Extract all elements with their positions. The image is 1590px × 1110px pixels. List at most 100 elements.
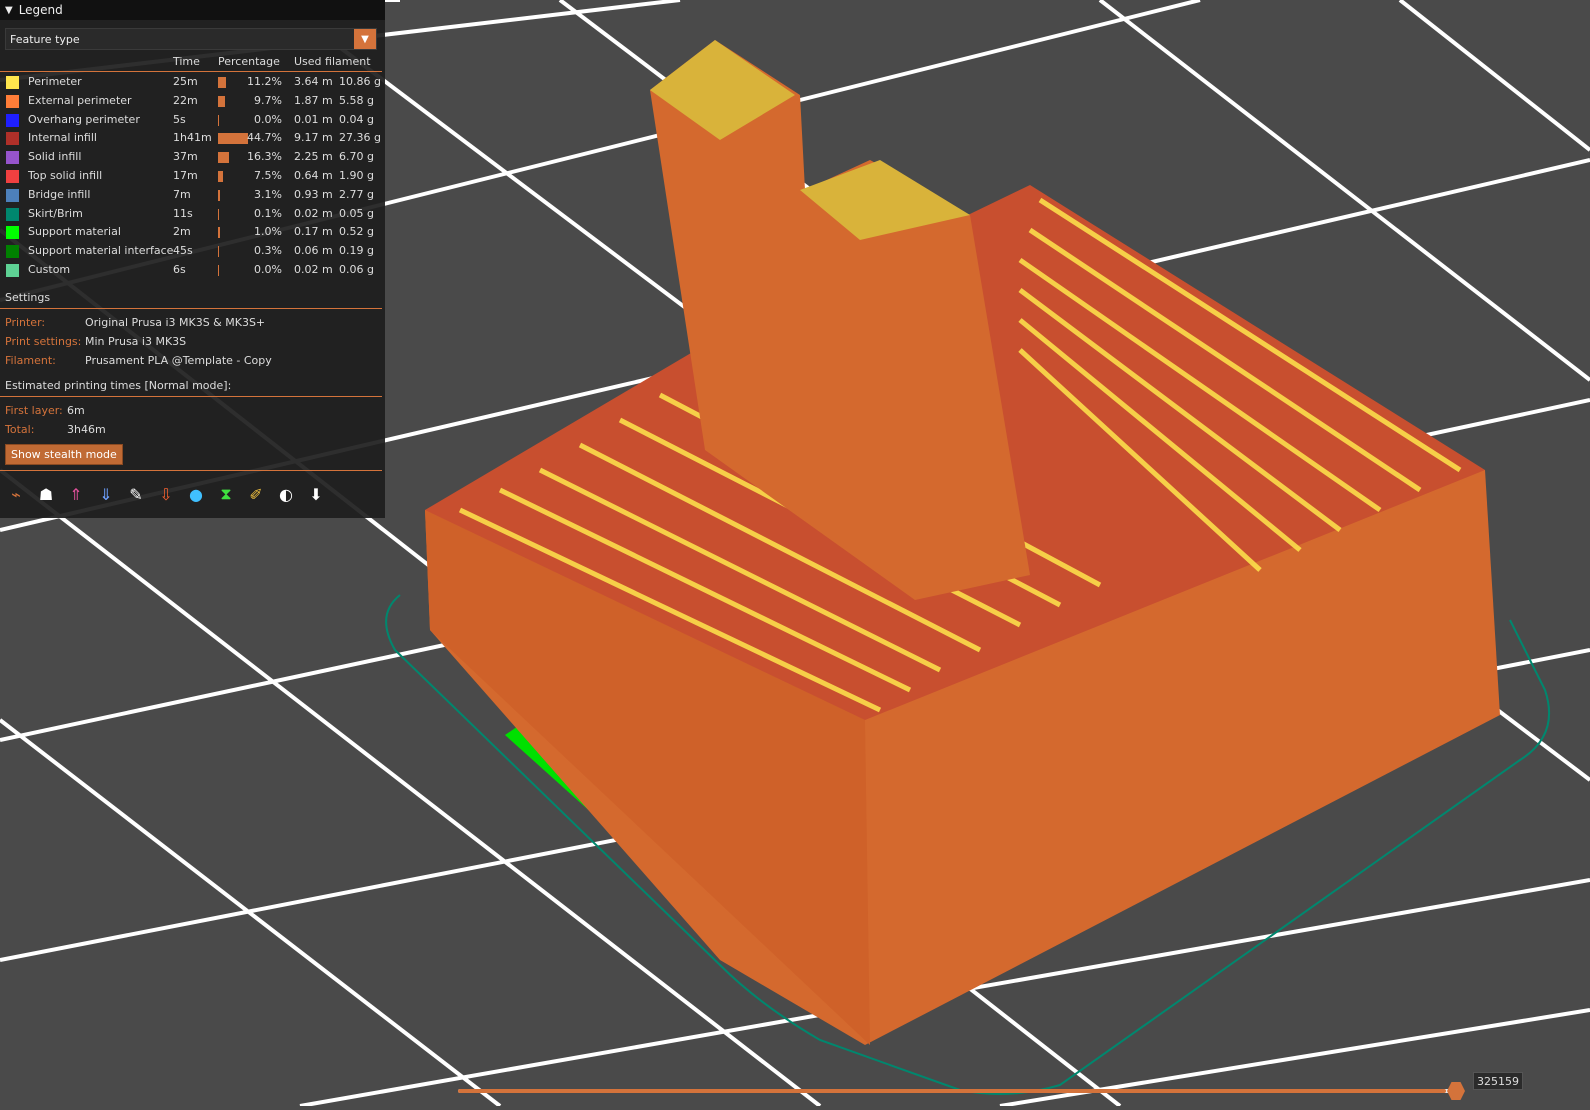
percentage-bar	[218, 152, 229, 164]
legend-row[interactable]: Skirt/Brim 11s 0.1% 0.02 m 0.05 g	[0, 205, 385, 224]
options-toolbar: ⌁ ☗ ⇑ ⇓ ✎ ⇩ ● ⧗ ✐ ◐ ⬇	[5, 483, 327, 505]
center-of-gravity-icon[interactable]: ◐	[275, 483, 297, 505]
printer-label: Printer:	[5, 316, 46, 329]
feature-name: Solid infill	[28, 150, 82, 164]
legend-row[interactable]: External perimeter 22m 9.7% 1.87 m 5.58 g	[0, 92, 385, 111]
feature-name: Skirt/Brim	[28, 206, 83, 220]
feature-time: 37m	[173, 150, 198, 164]
percentage-bar	[218, 189, 220, 201]
deretractions-icon[interactable]: ⇓	[95, 483, 117, 505]
feature-weight: 1.90 g	[339, 169, 374, 182]
feature-name: Support material interface	[28, 244, 174, 258]
feature-percentage: 7.5%	[254, 169, 282, 182]
filament-value: Prusament PLA @Template - Copy	[85, 354, 272, 367]
legend-row[interactable]: Support material interface 45s 0.3% 0.06 m 0…	[0, 242, 385, 261]
move-slider-fill	[458, 1089, 1447, 1093]
legend-row[interactable]: Solid infill 37m 16.3% 2.25 m 6.70 g	[0, 148, 385, 167]
feature-time: 45s	[173, 244, 193, 258]
feature-weight: 0.05 g	[339, 206, 374, 220]
percentage-bar	[218, 227, 220, 239]
feature-percentage: 9.7%	[254, 93, 282, 107]
percentage-bar	[218, 246, 219, 258]
color-swatch	[6, 170, 19, 183]
header-separator	[0, 71, 382, 72]
wipe-icon[interactable]: ☗	[35, 483, 57, 505]
legend-header[interactable]: ▼ Legend	[0, 0, 385, 20]
feature-length: 0.17 m	[294, 225, 333, 239]
legend-row[interactable]: Top solid infill 17m 7.5% 0.64 m 1.90 g	[0, 167, 385, 186]
feature-length: 0.01 m	[294, 112, 333, 126]
shells-icon[interactable]: ⬇	[305, 483, 327, 505]
feature-time: 17m	[173, 169, 198, 182]
dropdown-arrow-icon[interactable]: ▼	[354, 29, 376, 49]
feature-time: 1h41m	[173, 131, 212, 145]
feature-length: 0.93 m	[294, 187, 333, 201]
col-used-filament: Used filament	[294, 55, 371, 68]
printer-value: Original Prusa i3 MK3S & MK3S+	[85, 316, 266, 329]
legend-row[interactable]: Overhang perimeter 5s 0.0% 0.01 m 0.04 g	[0, 111, 385, 130]
total-value: 3h46m	[67, 423, 106, 436]
feature-name: External perimeter	[28, 93, 132, 107]
col-percentage: Percentage	[218, 55, 280, 68]
percentage-bar	[218, 95, 225, 107]
color-swatch	[6, 188, 19, 202]
color-swatch	[6, 264, 19, 277]
feature-time: 11s	[173, 206, 193, 220]
feature-name: Support material	[28, 225, 121, 239]
custom-gcodes-icon[interactable]: ✐	[245, 483, 267, 505]
feature-weight: 0.52 g	[339, 225, 374, 239]
first-layer-value: 6m	[67, 404, 85, 417]
color-swatch	[6, 94, 19, 108]
feature-percentage: 1.0%	[254, 225, 282, 239]
seams-icon[interactable]: ✎	[125, 483, 147, 505]
feature-percentage: 0.0%	[254, 263, 282, 276]
feature-weight: 0.19 g	[339, 244, 374, 258]
tool-changes-icon[interactable]: ⇩	[155, 483, 177, 505]
show-stealth-mode-button[interactable]: Show stealth mode	[5, 444, 123, 465]
legend-title: Legend	[18, 3, 63, 17]
feature-length: 0.64 m	[294, 169, 333, 182]
settings-title: Settings	[5, 291, 51, 304]
legend-row[interactable]: Bridge infill 7m 3.1% 0.93 m 2.77 g	[0, 186, 385, 205]
first-layer-label: First layer:	[5, 404, 63, 417]
retractions-icon[interactable]: ⇑	[65, 483, 87, 505]
pause-prints-icon[interactable]: ⧗	[215, 483, 237, 505]
feature-length: 0.02 m	[294, 206, 333, 220]
percentage-bar	[218, 265, 219, 276]
legend-row[interactable]: Custom 6s 0.0% 0.02 m 0.06 g	[0, 261, 385, 280]
color-swatch	[6, 151, 19, 165]
feature-length: 0.02 m	[294, 263, 333, 276]
feature-time: 6s	[173, 263, 186, 276]
percentage-bar	[218, 77, 226, 88]
col-time: Time	[173, 55, 200, 68]
color-swatch	[6, 76, 19, 89]
view-type-combo[interactable]: Feature type ▼	[5, 28, 377, 50]
settings-separator	[0, 308, 382, 309]
feature-weight: 2.77 g	[339, 187, 374, 201]
toolbar-separator	[0, 470, 382, 471]
feature-percentage: 44.7%	[247, 131, 282, 145]
feature-name: Overhang perimeter	[28, 112, 140, 126]
feature-name: Custom	[28, 263, 71, 276]
collapse-triangle-icon[interactable]: ▼	[5, 5, 13, 16]
feature-percentage: 0.1%	[254, 206, 282, 220]
color-swatch	[6, 226, 19, 240]
feature-weight: 0.04 g	[339, 112, 374, 126]
color-changes-icon[interactable]: ●	[185, 483, 207, 505]
feature-weight: 0.06 g	[339, 263, 374, 276]
percentage-bar	[218, 114, 219, 126]
legend-panel: ▼ Legend Feature type ▼ Time Percentage …	[0, 0, 385, 518]
feature-length: 9.17 m	[294, 131, 333, 145]
feature-length: 2.25 m	[294, 150, 333, 164]
feature-weight: 10.86 g	[339, 75, 381, 88]
feature-percentage: 11.2%	[247, 75, 282, 88]
feature-name: Perimeter	[28, 75, 82, 88]
feature-weight: 6.70 g	[339, 150, 374, 164]
legend-row[interactable]: Internal infill 1h41m 44.7% 9.17 m 27.36 g	[0, 129, 385, 148]
times-separator	[0, 396, 382, 397]
legend-row[interactable]: Support material 2m 1.0% 0.17 m 0.52 g	[0, 223, 385, 242]
feature-name: Top solid infill	[28, 169, 103, 182]
travel-icon[interactable]: ⌁	[5, 483, 27, 505]
legend-row[interactable]: Perimeter 25m 11.2% 3.64 m 10.86 g	[0, 73, 385, 92]
percentage-bar	[218, 208, 219, 220]
